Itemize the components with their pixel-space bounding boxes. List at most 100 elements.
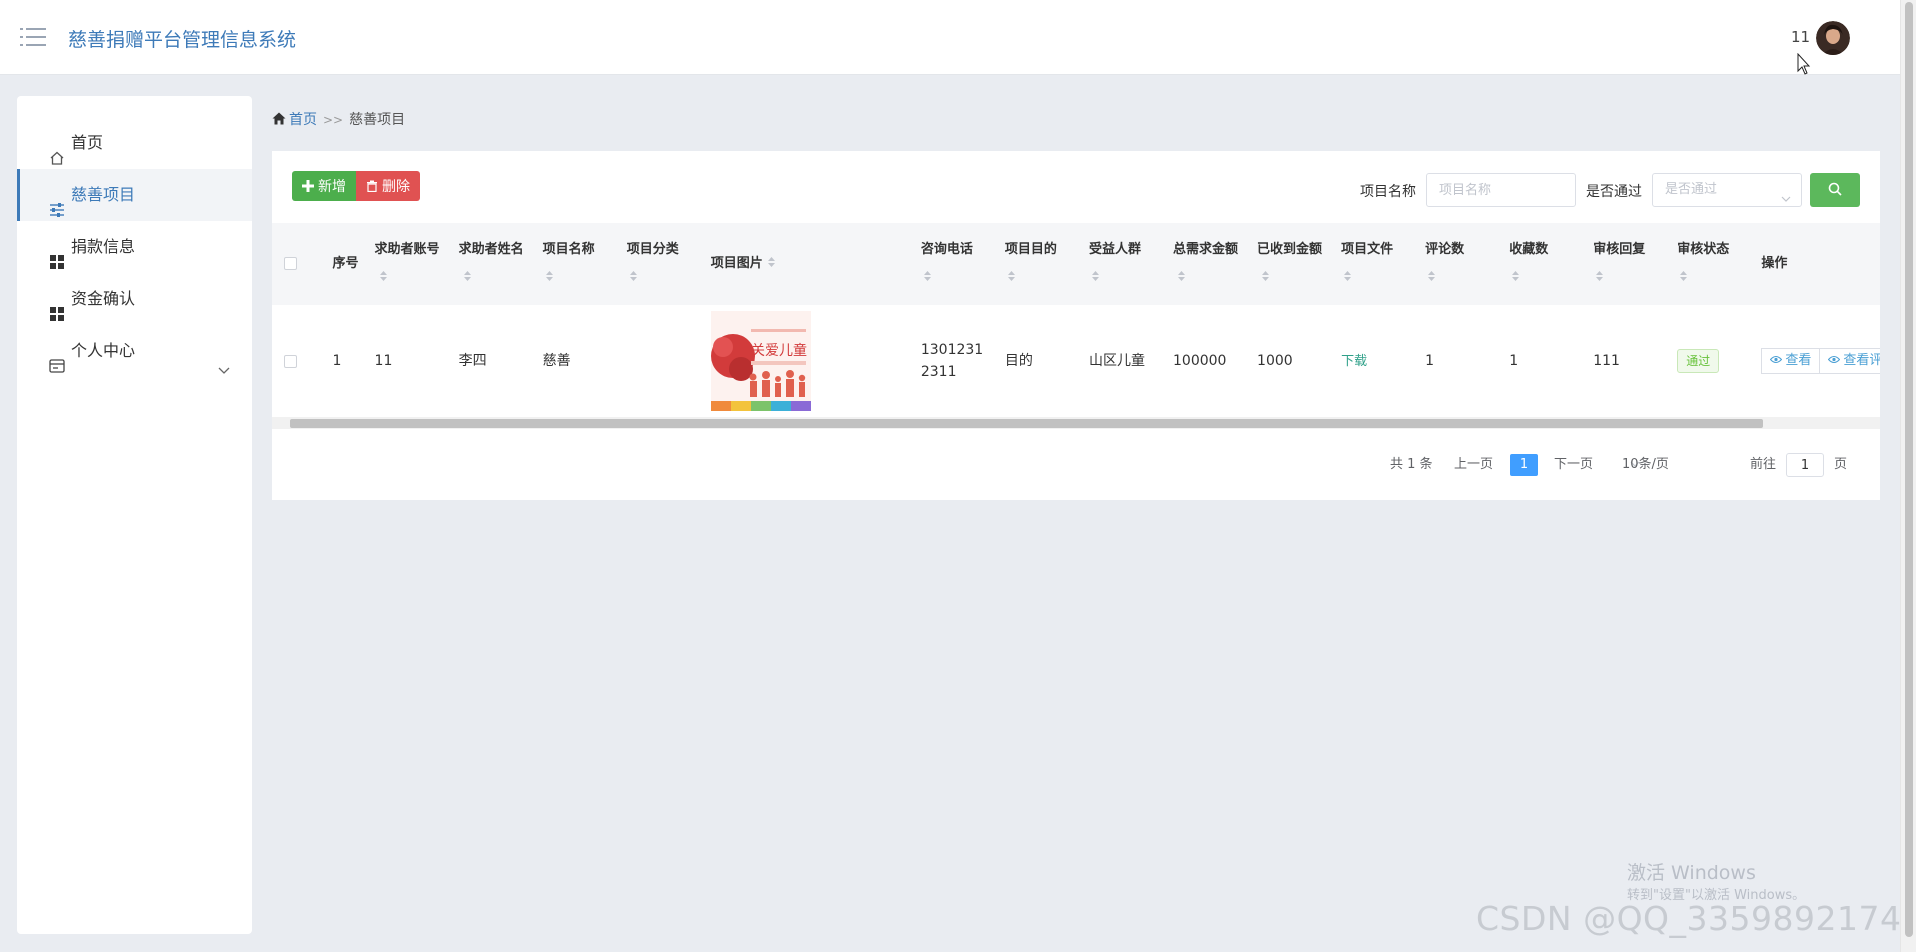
breadcrumb-home-link[interactable]: 首页 (289, 112, 317, 128)
search-icon (1828, 182, 1842, 199)
column-header[interactable]: 审核回复 (1585, 223, 1670, 305)
cell-account: 11 (366, 305, 451, 418)
sort-icon[interactable] (463, 265, 472, 281)
sort-icon[interactable] (1091, 265, 1100, 281)
project-image[interactable]: 关爱儿童 (710, 311, 811, 412)
project-name-input[interactable] (1426, 173, 1576, 207)
pagination-page-current[interactable]: 1 (1510, 454, 1538, 476)
breadcrumb-separator: >> (323, 113, 344, 127)
cell-category (618, 305, 703, 418)
sort-icon[interactable] (767, 251, 776, 267)
column-header[interactable]: 项目图片 (702, 223, 913, 305)
column-header[interactable]: 受益人群 (1080, 223, 1165, 305)
column-header[interactable]: 求助者姓名 (450, 223, 535, 305)
eye-icon (1770, 349, 1783, 364)
sort-icon[interactable] (1679, 265, 1688, 281)
sidebar-item-personal-center[interactable]: 个人中心 (17, 325, 252, 377)
cell-total-needed: 100000 (1165, 305, 1250, 418)
goto-suffix: 页 (1834, 457, 1848, 472)
main-panel: 新增 删除 项目名称 是否通过 是否通过 序号 求助者账号 (272, 151, 1880, 500)
sidebar-item-label: 资金确认 (71, 289, 136, 308)
column-header[interactable]: 评论数 (1417, 223, 1502, 305)
pagination-total: 共 1 条 (1390, 457, 1433, 472)
column-header[interactable]: 收藏数 (1501, 223, 1586, 305)
sort-icon[interactable] (1595, 265, 1604, 281)
view-comments-button[interactable]: 查看评论 (1819, 348, 1880, 375)
sort-icon[interactable] (1343, 265, 1352, 281)
menu-toggle-icon[interactable] (20, 26, 46, 48)
sidebar-item-charity-projects[interactable]: 慈善项目 (17, 169, 252, 221)
sort-icon[interactable] (1261, 265, 1270, 281)
delete-button[interactable]: 删除 (356, 171, 420, 201)
sort-icon[interactable] (629, 265, 638, 281)
chevron-down-icon (218, 345, 230, 374)
approved-label: 是否通过 (1586, 184, 1642, 200)
view-button[interactable]: 查看 (1761, 348, 1821, 375)
grid-icon (49, 291, 65, 321)
page-size-select[interactable]: 10条/页 (1622, 453, 1669, 477)
cell-phone: 13012312311 (912, 305, 997, 418)
cell-project-name: 慈善 (534, 305, 619, 418)
project-image-caption: 关爱儿童 (751, 342, 807, 359)
sort-icon[interactable] (545, 265, 554, 281)
sidebar-item-donation-info[interactable]: 捐款信息 (17, 221, 252, 273)
breadcrumb: 首页 >> 慈善项目 (272, 109, 405, 129)
toolbar: 新增 删除 (292, 171, 420, 201)
sidebar-item-fund-confirm[interactable]: 资金确认 (17, 273, 252, 325)
cell-purpose: 目的 (996, 305, 1081, 418)
table-header-row: 序号 求助者账号 求助者姓名 项目名称 项目分类 项目图片 咨询电话 项目目的 … (272, 223, 1880, 305)
cell-beneficiaries: 山区儿童 (1080, 305, 1165, 418)
home-icon (272, 112, 286, 125)
row-checkbox[interactable] (284, 354, 297, 368)
sidebar-item-home[interactable]: 首页 (17, 117, 252, 169)
sidebar: 首页 慈善项目 捐款信息 资金确认 个人中心 (17, 96, 252, 934)
user-name[interactable]: 11 (1791, 28, 1810, 46)
table-row: 1 11 李四 慈善 关爱儿童 13012312311 目的 山区儿童 1000… (272, 305, 1880, 418)
sort-icon[interactable] (379, 265, 388, 281)
breadcrumb-current: 慈善项目 (349, 112, 406, 128)
sort-icon[interactable] (1511, 265, 1520, 281)
column-header[interactable]: 项目文件 (1333, 223, 1418, 305)
cell-index: 1 (324, 305, 367, 418)
sidebar-item-label: 捐款信息 (71, 237, 136, 256)
csdn-watermark: CSDN @QQ_3359892174 (1476, 899, 1902, 938)
column-header[interactable]: 项目名称 (534, 223, 619, 305)
goto-page-input[interactable]: 1 (1786, 453, 1824, 477)
column-header[interactable]: 审核状态 (1669, 223, 1754, 305)
column-header[interactable]: 总需求金额 (1165, 223, 1250, 305)
data-table: 序号 求助者账号 求助者姓名 项目名称 项目分类 项目图片 咨询电话 项目目的 … (272, 223, 1880, 418)
pagination-next[interactable]: 下一页 (1554, 453, 1593, 477)
vertical-scrollbar[interactable] (1900, 0, 1916, 952)
add-button[interactable]: 新增 (292, 171, 356, 201)
cell-received: 1000 (1249, 305, 1334, 418)
column-header[interactable]: 项目分类 (618, 223, 703, 305)
search-area: 项目名称 是否通过 是否通过 (1360, 173, 1860, 207)
windows-activation-title: 激活 Windows (1627, 862, 1756, 884)
horizontal-scrollbar[interactable] (272, 417, 1880, 429)
cell-favorites: 1 (1501, 305, 1586, 418)
status-badge: 通过 (1677, 349, 1720, 374)
horizontal-scroll-thumb[interactable] (290, 419, 1763, 428)
add-button-label: 新增 (318, 178, 346, 194)
sort-icon[interactable] (923, 265, 932, 281)
download-link[interactable]: 下载 (1341, 354, 1367, 369)
eye-icon (1828, 349, 1841, 364)
column-header[interactable]: 求助者账号 (366, 223, 451, 305)
home-icon (49, 135, 65, 165)
column-header[interactable]: 项目目的 (996, 223, 1081, 305)
search-button[interactable] (1810, 173, 1860, 207)
chevron-down-icon (1781, 185, 1791, 202)
avatar[interactable] (1816, 21, 1850, 55)
approved-select[interactable]: 是否通过 (1652, 173, 1802, 207)
sort-icon[interactable] (1177, 265, 1186, 281)
sort-icon[interactable] (1427, 265, 1436, 281)
delete-button-label: 删除 (382, 178, 410, 194)
column-header: 操作 (1753, 223, 1880, 305)
trash-icon (366, 172, 378, 193)
sort-icon[interactable] (1007, 265, 1016, 281)
top-header: 慈善捐赠平台管理信息系统 11 (0, 0, 1900, 75)
select-all-checkbox[interactable] (284, 257, 297, 270)
column-header[interactable]: 已收到金额 (1249, 223, 1334, 305)
column-header[interactable]: 咨询电话 (912, 223, 997, 305)
pagination-prev[interactable]: 上一页 (1454, 453, 1493, 477)
